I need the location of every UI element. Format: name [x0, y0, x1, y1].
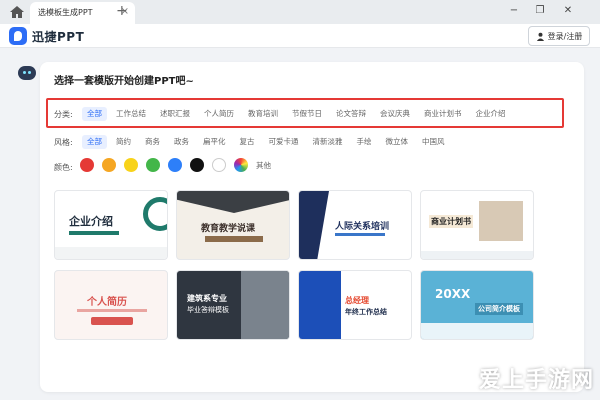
decor-panel — [299, 271, 341, 339]
browser-tab-strip: 选模板生成PPT × + − ❐ ✕ — [0, 0, 600, 24]
decor-stripe — [299, 191, 329, 259]
new-tab-button[interactable]: + — [116, 3, 128, 19]
template-title: 人际关系培训 — [335, 222, 390, 232]
template-card[interactable]: 商业计划书 — [420, 190, 534, 260]
page-title: 选择一套模版开始创建PPT吧~ — [54, 76, 194, 87]
decor-footer — [421, 251, 533, 259]
color-swatch-red[interactable] — [80, 158, 94, 172]
template-subtitle: 年终工作总结 — [345, 308, 387, 316]
color-swatch-black[interactable] — [190, 158, 204, 172]
template-title: 总经理 — [345, 296, 369, 305]
assistant-avatar-icon — [18, 66, 36, 80]
template-title: 建筑系专业 — [187, 294, 227, 303]
color-filter: 其他 — [80, 158, 271, 172]
decor-ring — [143, 197, 167, 231]
style-chip[interactable]: 可爱卡通 — [264, 135, 304, 149]
maximize-icon[interactable]: ❐ — [532, 3, 548, 19]
template-card[interactable]: 教育教学说课 — [176, 190, 290, 260]
decor-bar — [205, 236, 263, 242]
template-card[interactable]: 企业介绍 — [54, 190, 168, 260]
highlight-box — [46, 98, 564, 128]
minimize-icon[interactable]: − — [506, 3, 522, 19]
decor-footer — [421, 323, 533, 339]
style-chip[interactable]: 清新淡雅 — [308, 135, 348, 149]
color-swatch-orange[interactable] — [102, 158, 116, 172]
style-chip[interactable]: 扁平化 — [198, 135, 231, 149]
style-chip[interactable]: 商务 — [140, 135, 165, 149]
style-chip[interactable]: 政务 — [169, 135, 194, 149]
style-chip[interactable]: 手绘 — [352, 135, 377, 149]
template-card[interactable]: 人际关系培训 — [298, 190, 412, 260]
template-subtitle: 毕业答辩模板 — [187, 306, 229, 314]
decor-photo — [241, 271, 289, 339]
window-close-icon[interactable]: ✕ — [560, 3, 576, 19]
color-swatch-blue[interactable] — [168, 158, 182, 172]
decor-photo — [479, 201, 523, 241]
login-label: 登录/注册 — [547, 31, 583, 41]
user-icon — [536, 32, 544, 41]
template-card[interactable]: 总经理 年终工作总结 — [298, 270, 412, 340]
template-title: 个人简历 — [87, 297, 127, 308]
app-header: 迅捷PPT 登录/注册 — [0, 24, 600, 48]
brand-logo-icon — [9, 27, 27, 45]
style-chip[interactable]: 微立体 — [381, 135, 414, 149]
template-picker-card: 选择一套模版开始创建PPT吧~ 分类: 全部 工作总结 述职汇报 个人简历 教育… — [40, 62, 584, 392]
brand-name: 迅捷PPT — [32, 30, 85, 44]
decor-button — [91, 317, 133, 325]
color-swatch-multicolor[interactable] — [234, 158, 248, 172]
login-register-button[interactable]: 登录/注册 — [528, 26, 590, 46]
template-title: 20XX — [435, 287, 471, 301]
template-card[interactable]: 建筑系专业 毕业答辩模板 — [176, 270, 290, 340]
template-subtitle: 公司简介模板 — [475, 303, 523, 315]
style-label: 风格: — [54, 138, 73, 147]
template-card[interactable]: 个人简历 — [54, 270, 168, 340]
color-swatch-green[interactable] — [146, 158, 160, 172]
color-swatch-yellow[interactable] — [124, 158, 138, 172]
style-chip[interactable]: 中国风 — [417, 135, 450, 149]
style-chip-all[interactable]: 全部 — [82, 135, 107, 149]
template-card[interactable]: 20XX 公司简介模板 — [420, 270, 534, 340]
template-title: 企业介绍 — [69, 215, 113, 228]
color-label: 颜色: — [54, 163, 73, 172]
template-title: 商业计划书 — [429, 215, 473, 228]
decor-footer — [55, 247, 167, 259]
style-filter: 全部 简约 商务 政务 扁平化 复古 可爱卡通 清新淡雅 手绘 微立体 中国风 — [82, 135, 454, 149]
template-title: 教育教学说课 — [201, 224, 256, 234]
watermark-logo: 爱上手游网 — [478, 368, 594, 393]
tab-title: 选模板生成PPT — [38, 8, 93, 17]
decor-bar — [77, 309, 147, 312]
color-other[interactable]: 其他 — [256, 160, 271, 171]
decor-bar — [335, 233, 385, 236]
decor-roof — [177, 191, 289, 213]
color-swatch-white[interactable] — [212, 158, 226, 172]
style-chip[interactable]: 复古 — [235, 135, 260, 149]
decor-bar — [69, 231, 119, 235]
style-chip[interactable]: 简约 — [111, 135, 136, 149]
home-icon[interactable] — [8, 4, 26, 20]
